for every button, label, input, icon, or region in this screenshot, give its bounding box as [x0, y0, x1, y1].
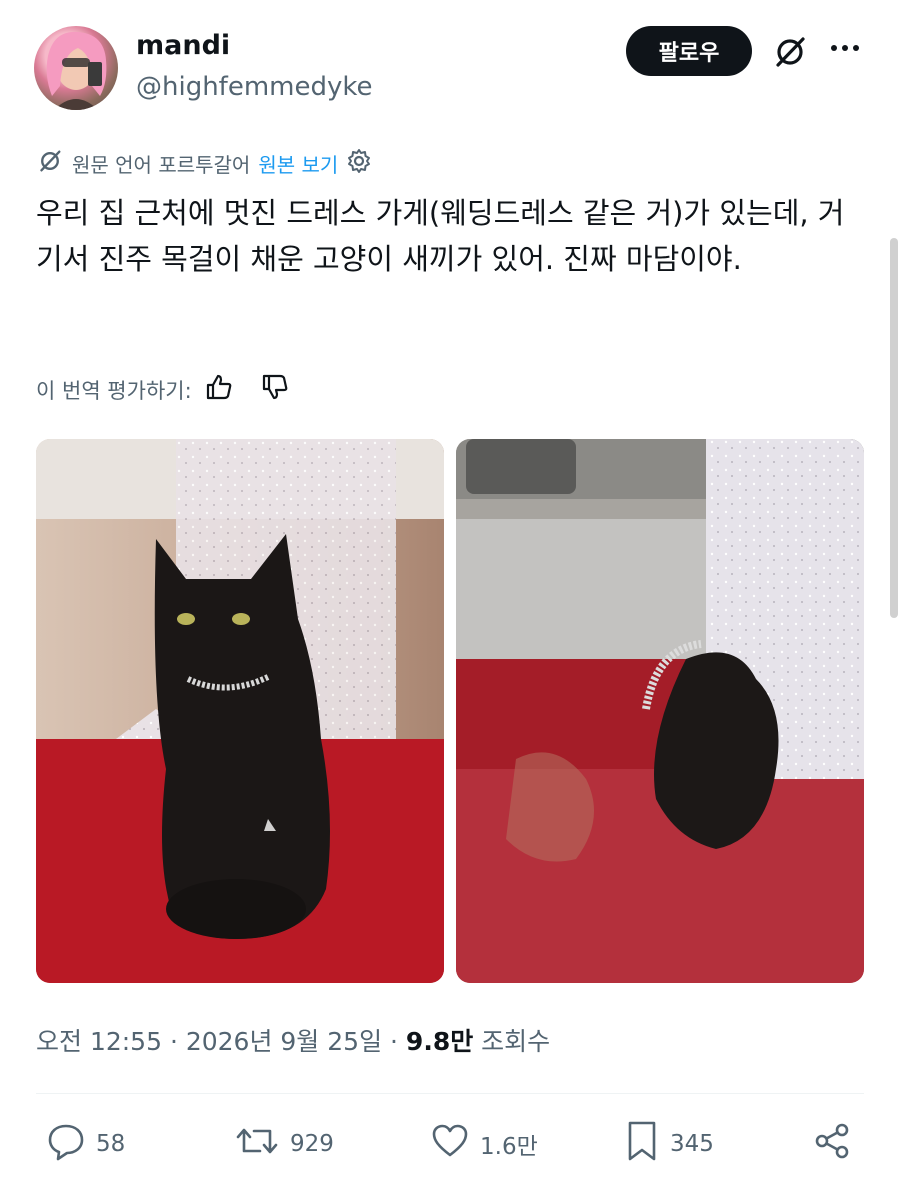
views-label: 조회수: [473, 1027, 551, 1056]
tweet-timestamp[interactable]: 오전 12:55 · 2026년 9월 25일 ·: [36, 1027, 406, 1056]
reply-count: 58: [96, 1131, 126, 1157]
rate-translation-bar: 이 번역 평가하기:: [36, 372, 290, 407]
scrollbar[interactable]: [890, 238, 898, 618]
divider: [36, 1093, 864, 1094]
share-button[interactable]: [812, 1120, 852, 1168]
grok-icon: [36, 147, 64, 180]
tweet-photo-2[interactable]: [456, 439, 864, 983]
bookmark-button[interactable]: 345: [624, 1120, 714, 1168]
tweet-text: 우리 집 근처에 멋진 드레스 가게(웨딩드레스 같은 거)가 있는데, 거기서…: [36, 196, 845, 276]
repost-icon: [234, 1121, 280, 1167]
share-icon: [812, 1121, 852, 1167]
tweet-photo-1[interactable]: [36, 439, 444, 983]
rate-translation-label: 이 번역 평가하기:: [36, 378, 192, 403]
avatar[interactable]: [34, 26, 118, 110]
gear-icon[interactable]: [346, 148, 372, 179]
display-name[interactable]: mandi: [136, 30, 230, 61]
tweet-meta: 오전 12:55 · 2026년 9월 25일 · 9.8만 조회수: [36, 1022, 550, 1058]
heart-icon: [430, 1121, 470, 1167]
bookmark-icon: [624, 1119, 660, 1169]
view-original-link[interactable]: 원본 보기: [258, 149, 338, 178]
reply-icon: [46, 1121, 86, 1167]
repost-count: 929: [290, 1131, 334, 1157]
thumbs-down-icon[interactable]: [260, 372, 290, 407]
like-button[interactable]: 1.6만: [430, 1120, 538, 1168]
translation-source-label: 원문 언어 포르투갈어: [72, 152, 251, 177]
handle[interactable]: @highfemmedyke: [136, 72, 373, 102]
follow-button[interactable]: 팔로우: [626, 26, 752, 76]
grok-icon[interactable]: [772, 34, 808, 70]
thumbs-up-icon[interactable]: [204, 372, 234, 407]
like-count: 1.6만: [480, 1134, 538, 1160]
translation-bar: 원문 언어 포르투갈어 원본 보기: [36, 146, 372, 180]
more-icon[interactable]: [828, 30, 862, 72]
bookmark-count: 345: [670, 1131, 714, 1157]
reply-button[interactable]: 58: [46, 1120, 125, 1168]
views-count: 9.8만: [405, 1027, 474, 1056]
repost-button[interactable]: 929: [234, 1120, 334, 1168]
